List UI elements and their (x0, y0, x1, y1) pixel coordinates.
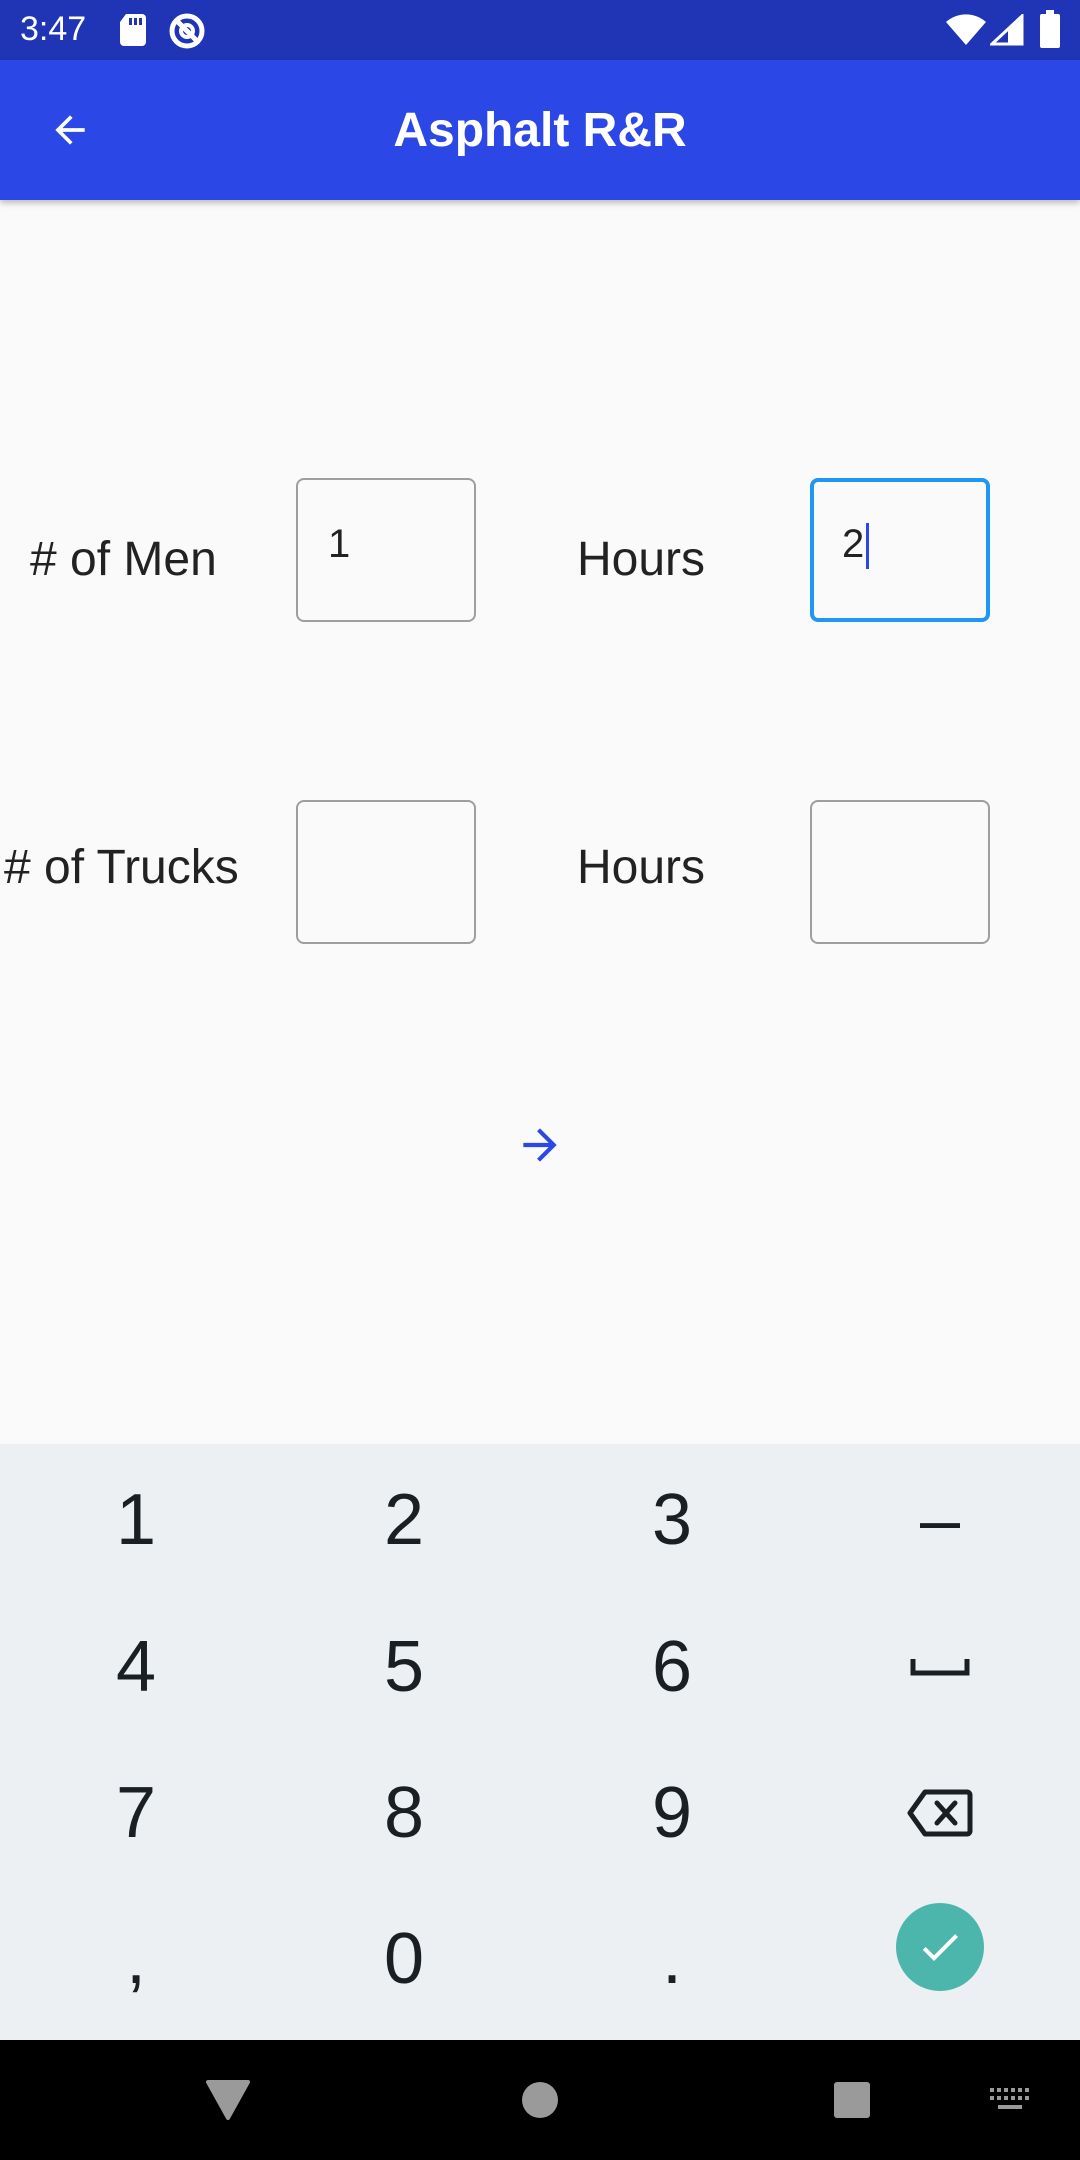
circle-home-icon (522, 2082, 558, 2118)
status-time: 3:47 (20, 10, 87, 48)
keyboard-icon (990, 2088, 1029, 2109)
key-4[interactable]: 4 (2, 1594, 270, 1740)
square-recents-icon (834, 2082, 870, 2118)
men-input[interactable]: 1 (296, 478, 476, 622)
trucks-hours-label: Hours (577, 841, 706, 894)
key-1[interactable]: 1 (2, 1447, 270, 1593)
men-hours-label: Hours (577, 533, 706, 586)
key-5[interactable]: 5 (270, 1594, 538, 1740)
key-3[interactable]: 3 (538, 1447, 806, 1593)
key-minus[interactable]: – (806, 1447, 1074, 1593)
key-6[interactable]: 6 (538, 1594, 806, 1740)
battery-icon (1040, 10, 1060, 48)
status-bar: 3:47 (0, 0, 1080, 60)
next-button[interactable] (500, 1110, 580, 1180)
men-hours-input[interactable]: 2 (810, 478, 990, 622)
key-backspace[interactable] (806, 1740, 1074, 1886)
men-hours-input-value: 2 (842, 522, 865, 566)
key-space[interactable] (806, 1594, 1074, 1740)
check-icon (922, 1934, 958, 1961)
done-button (896, 1903, 984, 1991)
nav-back-button[interactable] (198, 2070, 258, 2130)
space-icon (910, 1659, 970, 1676)
men-input-value: 1 (328, 522, 351, 566)
nav-home-button[interactable] (510, 2070, 570, 2130)
key-8[interactable]: 8 (270, 1740, 538, 1886)
wifi-icon (946, 14, 986, 45)
signal-icon (990, 14, 1024, 46)
app-bar: Asphalt R&R (0, 60, 1080, 200)
system-nav-bar (0, 2040, 1080, 2160)
key-7[interactable]: 7 (2, 1740, 270, 1886)
key-comma[interactable]: , (2, 1886, 270, 2032)
key-done[interactable] (806, 1874, 1074, 2020)
text-caret (866, 523, 870, 570)
keyboard-switch-button[interactable] (980, 2070, 1040, 2130)
arrow-left-icon (55, 115, 85, 145)
men-label: # of Men (30, 533, 217, 586)
key-9[interactable]: 9 (538, 1740, 806, 1886)
sd-card-icon (120, 14, 146, 46)
page-title: Asphalt R&R (393, 103, 687, 157)
back-button[interactable] (40, 100, 100, 160)
backspace-icon (907, 1789, 973, 1837)
key-0[interactable]: 0 (270, 1886, 538, 2032)
sync-icon (169, 13, 205, 49)
triangle-back-icon (206, 2080, 250, 2120)
key-period[interactable]: . (538, 1886, 806, 2032)
nav-recents-button[interactable] (822, 2070, 882, 2130)
arrow-right-icon (523, 1128, 557, 1162)
key-2[interactable]: 2 (270, 1447, 538, 1593)
numeric-keypad: 1 2 3 – 4 5 6 7 8 9 , 0 . (0, 1444, 1080, 2040)
trucks-input[interactable] (296, 800, 476, 944)
trucks-label: # of Trucks (4, 841, 239, 894)
trucks-hours-input[interactable] (810, 800, 990, 944)
